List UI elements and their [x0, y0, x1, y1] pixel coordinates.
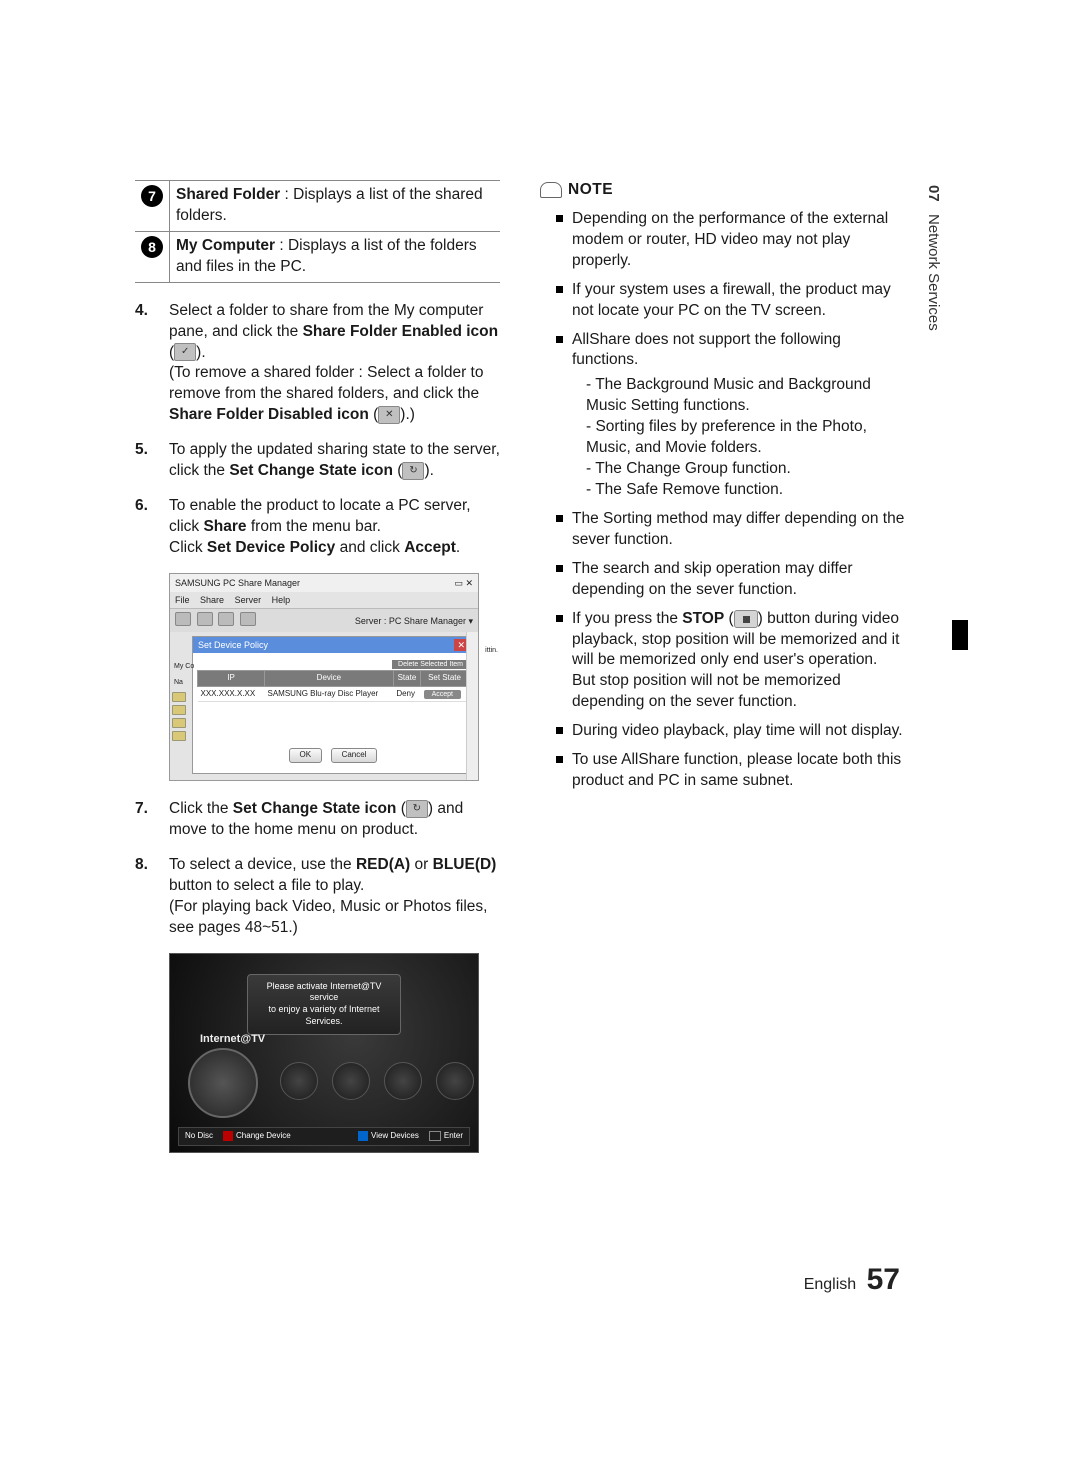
steps-list: 4. Select a folder to share from the My …	[135, 301, 500, 559]
left-column: 7 Shared Folder : Displays a list of the…	[135, 180, 500, 1153]
menu-icon	[332, 1062, 370, 1100]
steps-list-cont: 7. Click the Set Change State icon (↻) a…	[135, 799, 500, 939]
sidebar-label: My Co	[174, 662, 194, 671]
legend-num-8: 8	[141, 236, 163, 258]
accept-button: Accept	[424, 690, 461, 699]
note-hand-icon	[540, 182, 562, 198]
note-item: Depending on the performance of the exte…	[556, 209, 905, 272]
menu-icons	[280, 1062, 474, 1100]
scrollbar: ittin.	[466, 632, 478, 780]
device-table: IP Device State Set State XXX.XXX.X.XX S…	[197, 670, 469, 703]
toolbar-icon	[197, 612, 213, 626]
share-disable-icon: ✕	[378, 406, 400, 424]
note-item: The Sorting method may differ depending …	[556, 509, 905, 551]
tv-home-menu: Please activate Internet@TV service to e…	[169, 953, 479, 1153]
menu-bar: File Share Server Help	[170, 592, 478, 609]
cancel-button: Cancel	[331, 748, 378, 763]
step-number: 4.	[135, 301, 169, 427]
note-title: NOTE	[568, 180, 613, 201]
server-dropdown: Server : PC Share Manager ▾	[355, 615, 473, 627]
blue-key-icon	[358, 1131, 368, 1141]
menu-icon	[280, 1062, 318, 1100]
note-item: During video playback, play time will no…	[556, 721, 905, 742]
note-item: If you press the STOP () button during v…	[556, 609, 905, 714]
internet-tv-label: Internet@TV	[200, 1032, 265, 1047]
menu-icon	[436, 1062, 474, 1100]
legend-table: 7 Shared Folder : Displays a list of the…	[135, 180, 500, 283]
note-item: The search and skip operation may differ…	[556, 559, 905, 601]
legend-num-7: 7	[141, 185, 163, 207]
page-footer: English 57	[804, 1263, 900, 1297]
right-column: NOTE Depending on the performance of the…	[540, 180, 905, 1153]
toolbar-icon	[175, 612, 191, 626]
side-chapter-tab: 07 Network Services	[925, 185, 942, 331]
note-item: AllShare does not support the following …	[556, 330, 905, 501]
step-number: 7.	[135, 799, 169, 841]
note-list: Depending on the performance of the exte…	[540, 209, 905, 792]
set-device-policy-dialog: Set Device Policy ✕ Delete Selected Item…	[192, 636, 474, 774]
enter-key-icon	[429, 1131, 441, 1141]
step-number: 8.	[135, 855, 169, 939]
step-number: 6.	[135, 496, 169, 559]
menu-icon	[384, 1062, 422, 1100]
toolbar-icon	[218, 612, 234, 626]
tv-banner: Please activate Internet@TV service to e…	[247, 974, 401, 1035]
folder-icons	[172, 692, 186, 744]
red-key-icon	[223, 1131, 233, 1141]
note-item: If your system uses a firewall, the prod…	[556, 280, 905, 322]
page-edge-marker	[952, 620, 968, 650]
step-number: 5.	[135, 440, 169, 482]
window-titlebar: SAMSUNG PC Share Manager ▭ ✕	[170, 574, 478, 592]
window-controls-icon: ▭ ✕	[454, 577, 473, 589]
delete-selected-button: Delete Selected Item	[392, 660, 469, 669]
stop-button-icon	[734, 610, 758, 628]
toolbar-icon	[240, 612, 256, 626]
tv-bottom-bar: No Disc Change Device View Devices Enter	[178, 1127, 470, 1146]
toolbar: Server : PC Share Manager ▾	[170, 609, 478, 632]
pc-share-manager-window: SAMSUNG PC Share Manager ▭ ✕ File Share …	[169, 573, 479, 781]
change-state-icon: ↻	[406, 800, 428, 818]
ok-button: OK	[289, 748, 323, 763]
change-state-icon: ↻	[402, 462, 424, 480]
share-enable-icon: ✓	[174, 343, 196, 361]
note-item: To use AllShare function, please locate …	[556, 750, 905, 792]
disc-icon	[188, 1048, 258, 1118]
